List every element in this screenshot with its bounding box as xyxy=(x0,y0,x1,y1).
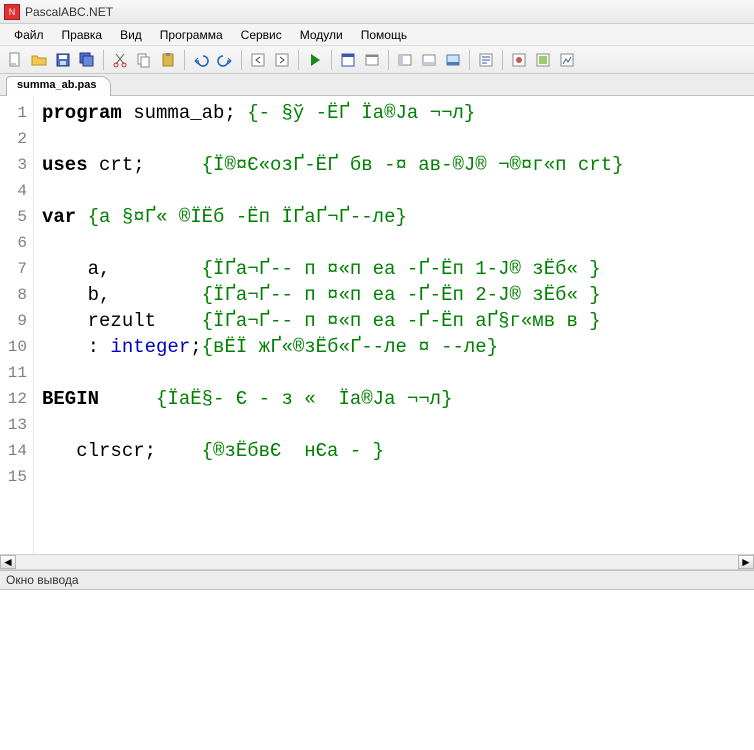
app-icon: N xyxy=(4,4,20,20)
line-number: 6 xyxy=(0,230,33,256)
copy-icon[interactable] xyxy=(133,49,155,71)
toolbar-separator xyxy=(103,50,104,70)
horizontal-scrollbar[interactable]: ◄ ► xyxy=(0,554,754,570)
code-line[interactable] xyxy=(42,464,754,490)
cut-icon[interactable] xyxy=(109,49,131,71)
code-line[interactable] xyxy=(42,412,754,438)
form-icon[interactable] xyxy=(337,49,359,71)
line-number: 15 xyxy=(0,464,33,490)
toolbar-separator xyxy=(469,50,470,70)
code-line[interactable]: rezult {ЇҐа¬Ґ-- п ¤«п еа -Ґ-Ёп аҐ§г«мв в… xyxy=(42,308,754,334)
nav-forward-icon[interactable] xyxy=(271,49,293,71)
toolbar-separator xyxy=(331,50,332,70)
title-bar: N PascalABC.NET xyxy=(0,0,754,24)
line-number: 1 xyxy=(0,100,33,126)
code-line[interactable] xyxy=(42,178,754,204)
panel3-icon[interactable] xyxy=(442,49,464,71)
line-number: 8 xyxy=(0,282,33,308)
code-line[interactable]: clrscr; {®зЁбвЄ нЄа - } xyxy=(42,438,754,464)
line-number: 4 xyxy=(0,178,33,204)
save-icon[interactable] xyxy=(52,49,74,71)
line-number: 7 xyxy=(0,256,33,282)
code-template-icon[interactable] xyxy=(475,49,497,71)
menu-modules[interactable]: Модули xyxy=(292,26,351,44)
panel2-icon[interactable] xyxy=(418,49,440,71)
scroll-track[interactable] xyxy=(16,555,738,569)
line-number: 10 xyxy=(0,334,33,360)
open-file-icon[interactable] xyxy=(28,49,50,71)
line-number: 14 xyxy=(0,438,33,464)
line-number: 3 xyxy=(0,152,33,178)
code-line[interactable]: program summa_ab; {- §ў -ЁҐ Їа®Ја ¬¬л} xyxy=(42,100,754,126)
line-gutter: 123456789101112131415 xyxy=(0,96,34,554)
code-line[interactable]: var {а §¤Ґ« ®ЇЁб -Ёп ЇҐаҐ¬Ґ--ле} xyxy=(42,204,754,230)
menu-help[interactable]: Помощь xyxy=(353,26,415,44)
scroll-left-arrow-icon[interactable]: ◄ xyxy=(0,555,16,569)
menu-view[interactable]: Вид xyxy=(112,26,150,44)
code-line[interactable] xyxy=(42,230,754,256)
menu-file[interactable]: Файл xyxy=(6,26,52,44)
window-icon[interactable] xyxy=(361,49,383,71)
tab-current-file[interactable]: summa_ab.pas xyxy=(6,76,111,96)
nav-back-icon[interactable] xyxy=(247,49,269,71)
toolbar-separator xyxy=(241,50,242,70)
view3-icon[interactable] xyxy=(556,49,578,71)
menu-program[interactable]: Программа xyxy=(152,26,231,44)
menu-service[interactable]: Сервис xyxy=(233,26,290,44)
view2-icon[interactable] xyxy=(532,49,554,71)
code-editor[interactable]: 123456789101112131415 program summa_ab; … xyxy=(0,96,754,554)
window-title: PascalABC.NET xyxy=(25,5,113,19)
undo-icon[interactable] xyxy=(190,49,212,71)
code-line[interactable]: BEGIN {ЇаЁ§- Є - з « Їа®Ја ¬¬л} xyxy=(42,386,754,412)
output-panel-header[interactable]: Окно вывода xyxy=(0,570,754,590)
toolbar-separator xyxy=(388,50,389,70)
toolbar-separator xyxy=(184,50,185,70)
paste-icon[interactable] xyxy=(157,49,179,71)
scroll-right-arrow-icon[interactable]: ► xyxy=(738,555,754,569)
line-number: 11 xyxy=(0,360,33,386)
code-line[interactable] xyxy=(42,360,754,386)
view1-icon[interactable] xyxy=(508,49,530,71)
line-number: 2 xyxy=(0,126,33,152)
line-number: 12 xyxy=(0,386,33,412)
redo-icon[interactable] xyxy=(214,49,236,71)
toolbar-separator xyxy=(502,50,503,70)
code-line[interactable]: uses crt; {Ї®¤Є«озҐ-ЁҐ бв -¤ ав-®Ј® ¬®¤г… xyxy=(42,152,754,178)
save-all-icon[interactable] xyxy=(76,49,98,71)
code-area[interactable]: program summa_ab; {- §ў -ЁҐ Їа®Ја ¬¬л} u… xyxy=(34,96,754,554)
line-number: 9 xyxy=(0,308,33,334)
code-line[interactable]: a, {ЇҐа¬Ґ-- п ¤«п еа -Ґ-Ёп 1-Ј® зЁб« } xyxy=(42,256,754,282)
menu-bar: Файл Правка Вид Программа Сервис Модули … xyxy=(0,24,754,46)
output-panel-body xyxy=(0,590,754,750)
menu-edit[interactable]: Правка xyxy=(54,26,111,44)
code-line[interactable] xyxy=(42,126,754,152)
line-number: 5 xyxy=(0,204,33,230)
run-icon[interactable] xyxy=(304,49,326,71)
panel1-icon[interactable] xyxy=(394,49,416,71)
toolbar xyxy=(0,46,754,74)
line-number: 13 xyxy=(0,412,33,438)
new-file-icon[interactable] xyxy=(4,49,26,71)
tab-strip: summa_ab.pas xyxy=(0,74,754,96)
code-line[interactable]: b, {ЇҐа¬Ґ-- п ¤«п еа -Ґ-Ёп 2-Ј® зЁб« } xyxy=(42,282,754,308)
code-line[interactable]: : integer;{вЁЇ жҐ«®зЁб«Ґ--ле ¤ --ле} xyxy=(42,334,754,360)
toolbar-separator xyxy=(298,50,299,70)
